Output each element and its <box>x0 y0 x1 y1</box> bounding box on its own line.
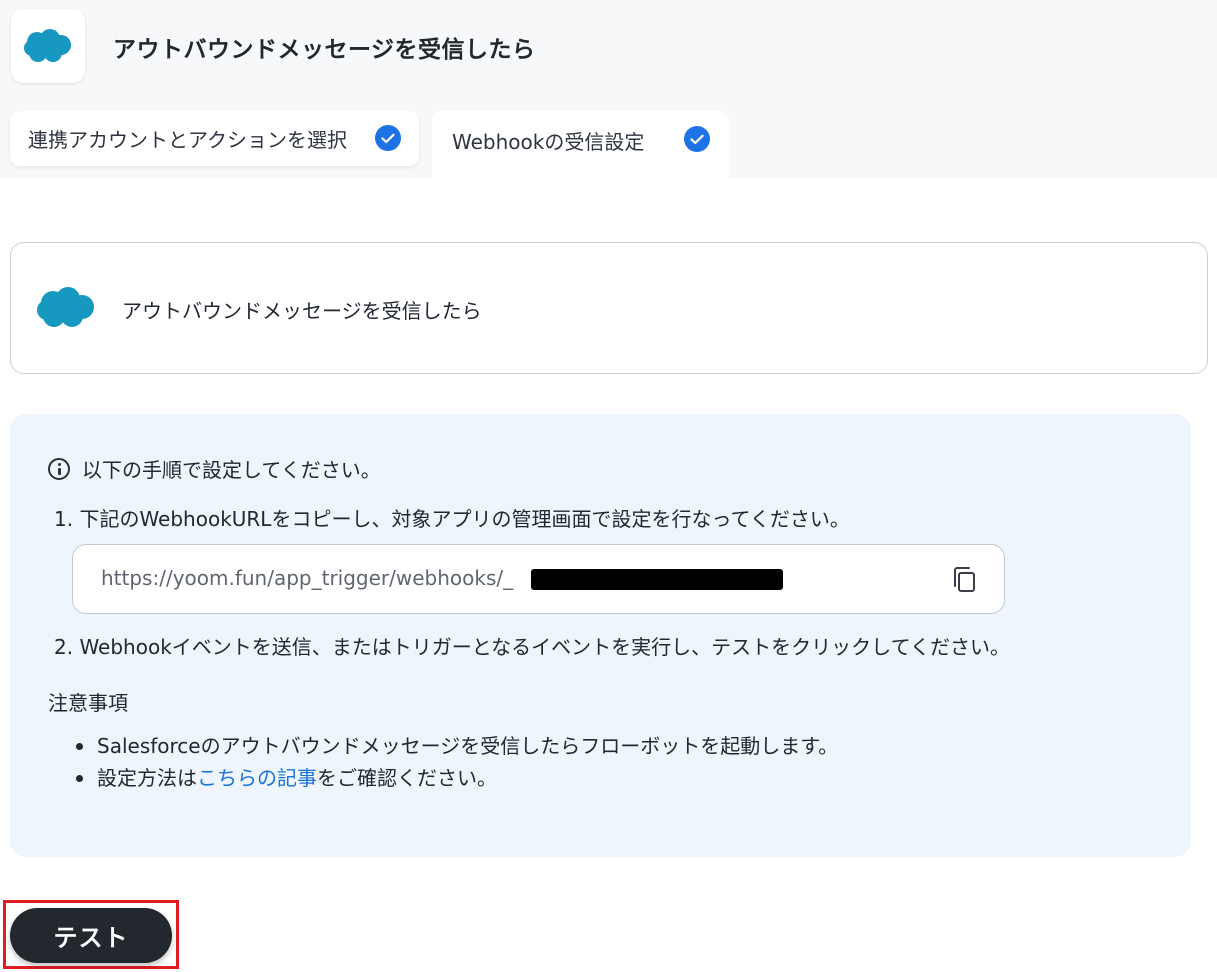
tab-select-account-action[interactable]: 連携アカウントとアクションを選択 <box>10 111 419 166</box>
instructions-heading-text: 以下の手順で設定してください。 <box>82 458 381 482</box>
list-item: Salesforceのアウトバウンドメッセージを受信したらフローボットを起動しま… <box>72 730 838 762</box>
test-button[interactable]: テスト <box>10 908 172 963</box>
trigger-app-card: アウトバウンドメッセージを受信したら <box>10 242 1208 374</box>
page-title: アウトバウンドメッセージを受信したら <box>113 37 536 63</box>
salesforce-cloud-icon <box>37 287 94 327</box>
list-item: 設定方法はこちらの記事をご確認ください。 <box>72 762 838 794</box>
trigger-title: アウトバウンドメッセージを受信したら <box>122 299 482 323</box>
tab-label: 連携アカウントとアクションを選択 <box>28 128 347 152</box>
webhook-url-field[interactable]: https://yoom.fun/app_trigger/webhooks/_ <box>72 544 1005 614</box>
check-circle-icon <box>684 126 710 152</box>
copy-icon[interactable] <box>949 564 981 596</box>
instructions-panel: 以下の手順で設定してください。 1. 下記のWebhookURLをコピーし、対象… <box>10 414 1191 857</box>
tab-label: Webhookの受信設定 <box>452 130 645 154</box>
info-icon <box>48 457 70 480</box>
check-circle-icon <box>375 125 401 151</box>
salesforce-cloud-icon <box>24 29 71 62</box>
notes-title: 注意事項 <box>48 691 128 715</box>
webhook-url-text[interactable]: https://yoom.fun/app_trigger/webhooks/_ <box>101 566 513 590</box>
notes-list: Salesforceのアウトバウンドメッセージを受信したらフローボットを起動しま… <box>72 730 838 794</box>
step-2-text: 2. Webhookイベントを送信、またはトリガーとなるイベントを実行し、テスト… <box>54 635 1010 659</box>
step-1-text: 1. 下記のWebhookURLをコピーし、対象アプリの管理画面で設定を行なって… <box>54 507 850 531</box>
salesforce-app-icon <box>11 9 85 83</box>
article-link[interactable]: こちらの記事 <box>197 766 317 790</box>
header-bar: アウトバウンドメッセージを受信したら 連携アカウントとアクションを選択 Webh… <box>0 0 1217 179</box>
redacted-block <box>531 569 783 590</box>
tab-webhook-settings[interactable]: Webhookの受信設定 <box>432 111 729 179</box>
instructions-heading: 以下の手順で設定してください。 <box>48 454 381 483</box>
